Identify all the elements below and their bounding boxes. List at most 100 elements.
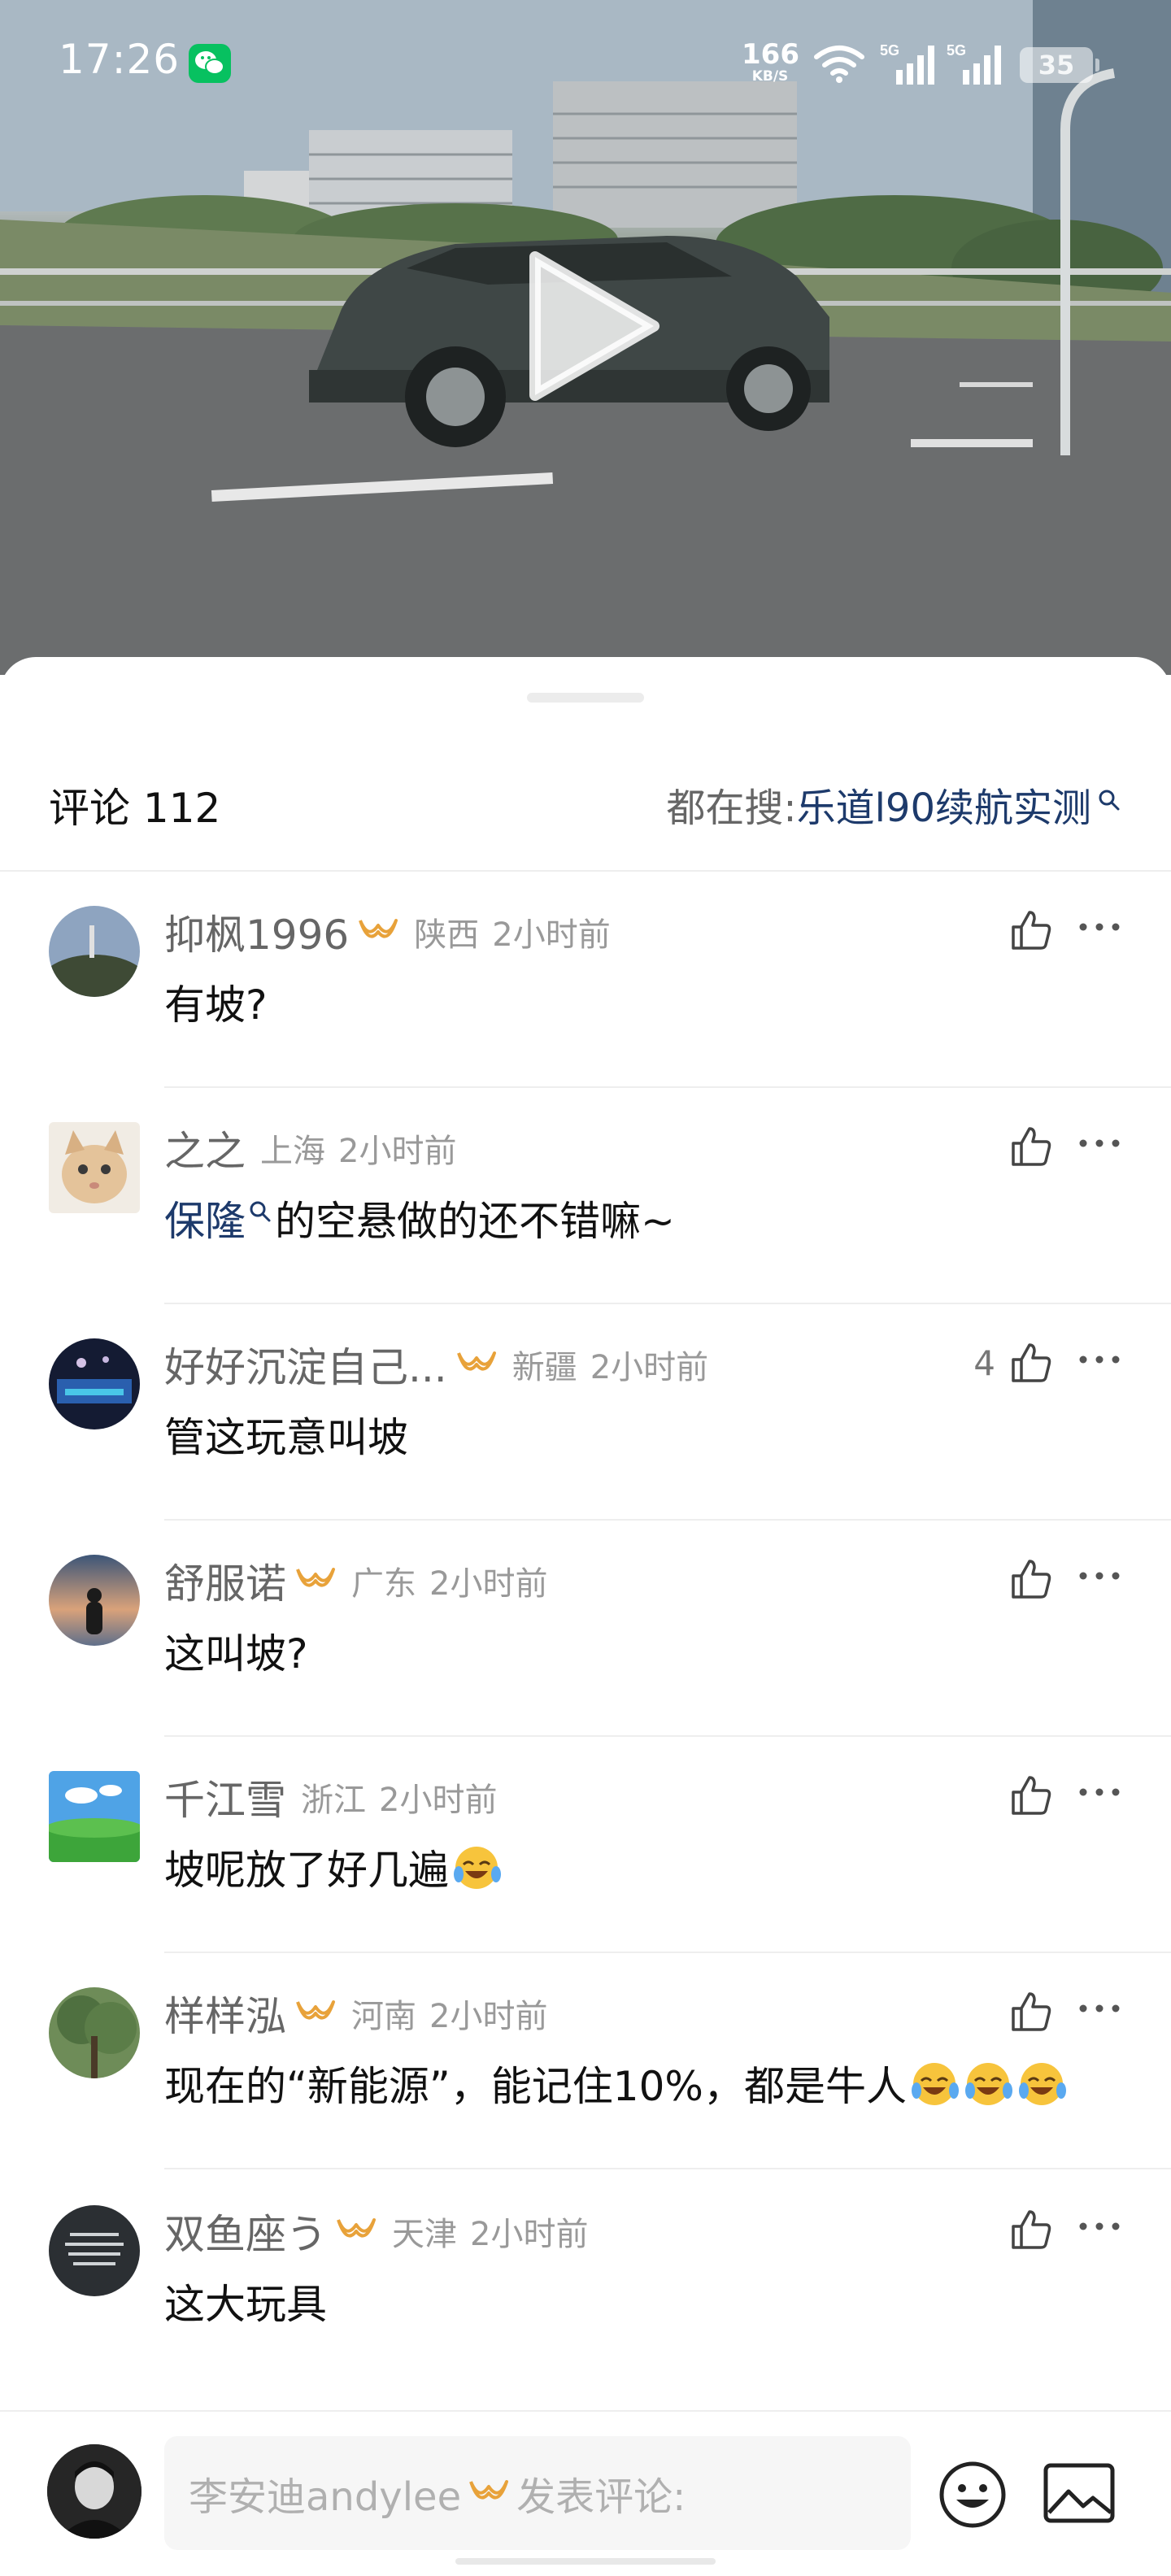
- like-count: 4: [973, 1343, 995, 1383]
- more-icon[interactable]: [1078, 1569, 1121, 1582]
- timestamp: 2小时前: [429, 1565, 548, 1603]
- region: 广东: [351, 1565, 416, 1603]
- region: 河南: [351, 1998, 416, 2035]
- username[interactable]: 千江雪: [164, 1768, 286, 1826]
- video-player[interactable]: 17:26 166 KB/S 5G 5G 35: [0, 0, 1171, 675]
- trending-label: 都在搜:: [666, 785, 797, 831]
- avatar[interactable]: [49, 2205, 140, 2296]
- comment-input[interactable]: 李安迪andylee 发表评论:: [164, 2436, 911, 2550]
- trending-term[interactable]: 乐道l90续航实测: [797, 776, 1091, 833]
- more-icon[interactable]: [1078, 2002, 1121, 2015]
- emoji-icon[interactable]: [937, 2459, 1008, 2530]
- clock: 17:26: [59, 36, 181, 83]
- comment-header: 评论 112 都在搜: 乐道l90续航实测: [0, 755, 1171, 877]
- comment-meta: 之之 上海 2小时前: [164, 1124, 457, 1175]
- username[interactable]: 双鱼座う: [164, 2202, 327, 2261]
- comment-text: 坡呢放了好几遍: [164, 1838, 503, 1896]
- signal-icon: 5G: [947, 42, 1001, 85]
- like-icon[interactable]: [1008, 1124, 1054, 1169]
- timestamp: 2小时前: [492, 916, 611, 954]
- like-icon[interactable]: [1008, 1556, 1054, 1602]
- avatar[interactable]: [49, 906, 140, 997]
- region: 浙江: [301, 1782, 366, 1819]
- avatar[interactable]: [49, 1122, 140, 1213]
- comment-item[interactable]: 抑枫1996 陕西 2小时前 有坡?: [0, 872, 1171, 1088]
- timestamp: 2小时前: [429, 1998, 548, 2035]
- wifi-icon: [814, 46, 864, 83]
- comment-text: 这大玩具: [164, 2272, 327, 2330]
- laugh-cry-emoji: [964, 2063, 1012, 2105]
- more-icon[interactable]: [1078, 1137, 1121, 1150]
- like-icon[interactable]: [1008, 1773, 1054, 1818]
- image-icon[interactable]: [1043, 2461, 1116, 2526]
- like-icon[interactable]: [1008, 1989, 1054, 2034]
- username[interactable]: 之之: [164, 1119, 246, 1177]
- more-icon[interactable]: [1078, 1353, 1121, 1366]
- avatar[interactable]: [49, 1338, 140, 1429]
- signal-label: 5G: [880, 42, 899, 59]
- comment-item[interactable]: 样样泓 河南 2小时前 现在的“新能源”，能记住10%，都是牛人: [0, 1953, 1171, 2169]
- comment-body: 有坡?: [164, 981, 268, 1029]
- region: 新疆: [511, 1349, 577, 1386]
- comment-item[interactable]: 好好沉淀自己... 新疆 2小时前 管这玩意叫坡 4: [0, 1304, 1171, 1521]
- avatar[interactable]: [49, 1771, 140, 1862]
- comment-item[interactable]: 千江雪 浙江 2小时前 坡呢放了好几遍: [0, 1737, 1171, 1953]
- comment-item[interactable]: 之之 上海 2小时前 保隆 的空悬做的还不错嘛~: [0, 1088, 1171, 1304]
- comment-meta: 抑枫1996 陕西 2小时前: [164, 907, 611, 959]
- comment-body: 这大玩具: [164, 2281, 327, 2328]
- status-bar: 17:26 166 KB/S 5G 5G 35: [0, 0, 1171, 130]
- my-avatar[interactable]: [47, 2444, 141, 2539]
- region: 上海: [260, 1133, 325, 1170]
- wechat-icon: [189, 44, 231, 83]
- timestamp: 2小时前: [379, 1782, 498, 1819]
- comment-compose-bar: 李安迪andylee 发表评论:: [0, 2410, 1171, 2576]
- comment-meta: 舒服诺 广东 2小时前: [164, 1556, 548, 1608]
- vip-icon: [469, 2480, 509, 2500]
- more-icon[interactable]: [1078, 1786, 1121, 1799]
- trending-search[interactable]: 都在搜: 乐道l90续航实测: [666, 776, 1121, 833]
- vip-icon: [296, 2000, 335, 2020]
- comment-text: 管这玩意叫坡: [164, 1405, 408, 1464]
- more-icon[interactable]: [1078, 920, 1121, 933]
- like-icon[interactable]: [1008, 907, 1054, 953]
- network-speed-unit: KB/S: [751, 68, 789, 85]
- avatar[interactable]: [49, 1555, 140, 1646]
- comment-text: 现在的“新能源”，能记住10%，都是牛人: [164, 2054, 1068, 2113]
- like-icon[interactable]: [1008, 2207, 1054, 2252]
- comment-text: 保隆 的空悬做的还不错嘛~: [164, 1189, 675, 1247]
- row-divider: [164, 2168, 1171, 2169]
- laugh-cry-emoji: [1018, 2063, 1066, 2105]
- comment-text: 有坡?: [164, 973, 268, 1031]
- like-icon[interactable]: [1008, 1340, 1054, 1386]
- network-speed-value: 166: [742, 38, 799, 71]
- timestamp: 2小时前: [470, 2216, 589, 2253]
- comment-input-user: 李安迪andylee: [189, 2474, 462, 2520]
- more-icon[interactable]: [1078, 2220, 1121, 2233]
- search-icon: [250, 1201, 271, 1222]
- comment-input-placeholder: 发表评论:: [516, 2474, 686, 2520]
- battery-indicator: 35: [1020, 47, 1099, 83]
- comment-meta: 双鱼座う 天津 2小时前: [164, 2207, 589, 2258]
- username[interactable]: 舒服诺: [164, 1551, 286, 1610]
- signal-icon: 5G: [880, 42, 934, 85]
- vip-icon: [456, 1351, 496, 1371]
- username[interactable]: 样样泓: [164, 1984, 286, 2043]
- timestamp: 2小时前: [590, 1349, 709, 1386]
- comment-body: 管这玩意叫坡: [164, 1414, 408, 1461]
- drag-handle[interactable]: [527, 693, 644, 703]
- comment-body: 坡呢放了好几遍: [164, 1847, 449, 1894]
- username[interactable]: 好好沉淀自己...: [164, 1335, 447, 1394]
- search-link[interactable]: 保隆: [164, 1189, 275, 1247]
- comment-item[interactable]: 舒服诺 广东 2小时前 这叫坡?: [0, 1521, 1171, 1737]
- comment-item[interactable]: 双鱼座う 天津 2小时前 这大玩具: [0, 2171, 1171, 2387]
- laugh-cry-emoji: [454, 1847, 501, 1889]
- avatar[interactable]: [49, 1987, 140, 2078]
- comment-body: 这叫坡?: [164, 1630, 308, 1677]
- signal-label: 5G: [947, 42, 966, 59]
- username[interactable]: 抑枫1996: [164, 903, 349, 961]
- timestamp: 2小时前: [338, 1133, 457, 1170]
- network-speed: 166 KB/S: [742, 41, 799, 84]
- comment-meta: 好好沉淀自己... 新疆 2小时前: [164, 1340, 709, 1391]
- home-indicator[interactable]: [455, 2558, 716, 2565]
- play-icon[interactable]: [524, 249, 662, 403]
